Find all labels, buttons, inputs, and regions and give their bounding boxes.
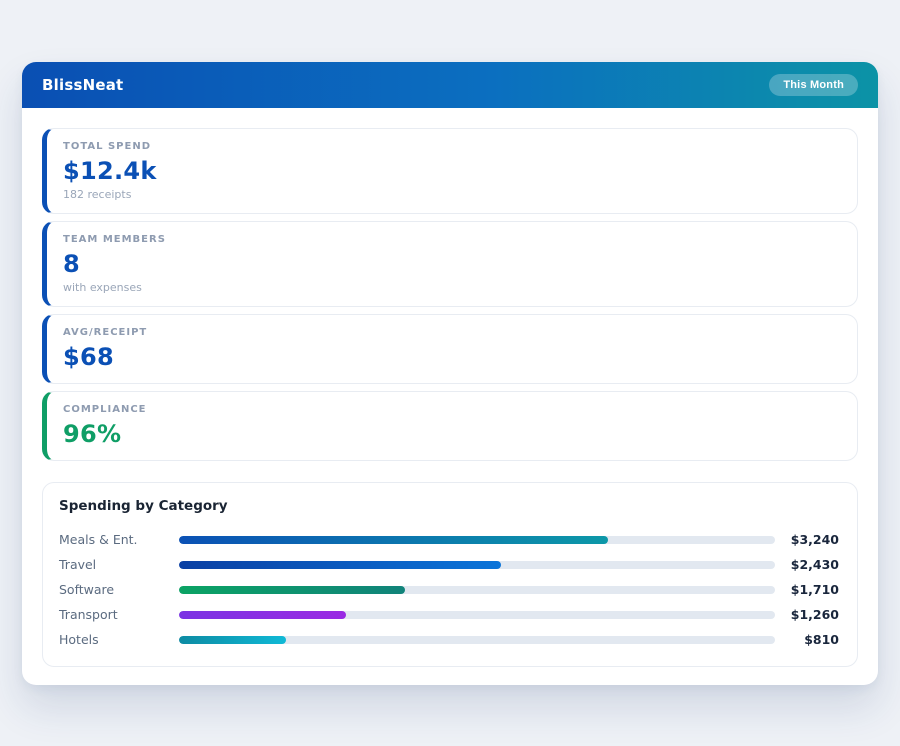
bar-track [179, 586, 775, 594]
stat-card-team-members: TEAM MEMBERS 8 with expenses [42, 221, 858, 307]
bar-fill-transport [179, 611, 346, 619]
stat-subtext: with expenses [63, 281, 841, 294]
stat-label: AVG/RECEIPT [63, 327, 841, 338]
category-value: $1,260 [775, 607, 839, 622]
stat-card-total-spend: TOTAL SPEND $12.4k 182 receipts [42, 128, 858, 214]
stat-value: 8 [63, 250, 841, 278]
dashboard-panel: BlissNeat This Month TOTAL SPEND $12.4k … [22, 62, 878, 685]
bar-track [179, 636, 775, 644]
spending-by-category-chart: Spending by Category Meals & Ent. $3,240… [42, 482, 858, 667]
app-title: BlissNeat [42, 76, 123, 94]
bar-fill-meals [179, 536, 608, 544]
chart-row-travel: Travel $2,430 [59, 552, 839, 577]
bar-track [179, 536, 775, 544]
category-value: $2,430 [775, 557, 839, 572]
chart-row-hotels: Hotels $810 [59, 627, 839, 652]
stat-subtext: 182 receipts [63, 188, 841, 201]
dashboard-content: TOTAL SPEND $12.4k 182 receipts TEAM MEM… [22, 108, 878, 685]
category-label: Transport [59, 607, 179, 622]
bar-fill-hotels [179, 636, 286, 644]
stat-card-avg-receipt: AVG/RECEIPT $68 [42, 314, 858, 384]
chart-row-meals: Meals & Ent. $3,240 [59, 527, 839, 552]
category-value: $810 [775, 632, 839, 647]
category-label: Travel [59, 557, 179, 572]
stat-label: TEAM MEMBERS [63, 234, 841, 245]
bar-fill-travel [179, 561, 501, 569]
bar-track [179, 561, 775, 569]
category-label: Meals & Ent. [59, 532, 179, 547]
chart-row-transport: Transport $1,260 [59, 602, 839, 627]
category-label: Hotels [59, 632, 179, 647]
app-header: BlissNeat This Month [22, 62, 878, 108]
bar-fill-software [179, 586, 405, 594]
stat-card-compliance: COMPLIANCE 96% [42, 391, 858, 461]
stat-label: COMPLIANCE [63, 404, 841, 415]
chart-title: Spending by Category [59, 498, 839, 514]
stat-value: $68 [63, 343, 841, 371]
stat-value: $12.4k [63, 157, 841, 185]
period-badge[interactable]: This Month [769, 74, 858, 96]
category-value: $1,710 [775, 582, 839, 597]
chart-row-software: Software $1,710 [59, 577, 839, 602]
category-value: $3,240 [775, 532, 839, 547]
stat-value: 96% [63, 420, 841, 448]
category-label: Software [59, 582, 179, 597]
stat-label: TOTAL SPEND [63, 141, 841, 152]
bar-track [179, 611, 775, 619]
